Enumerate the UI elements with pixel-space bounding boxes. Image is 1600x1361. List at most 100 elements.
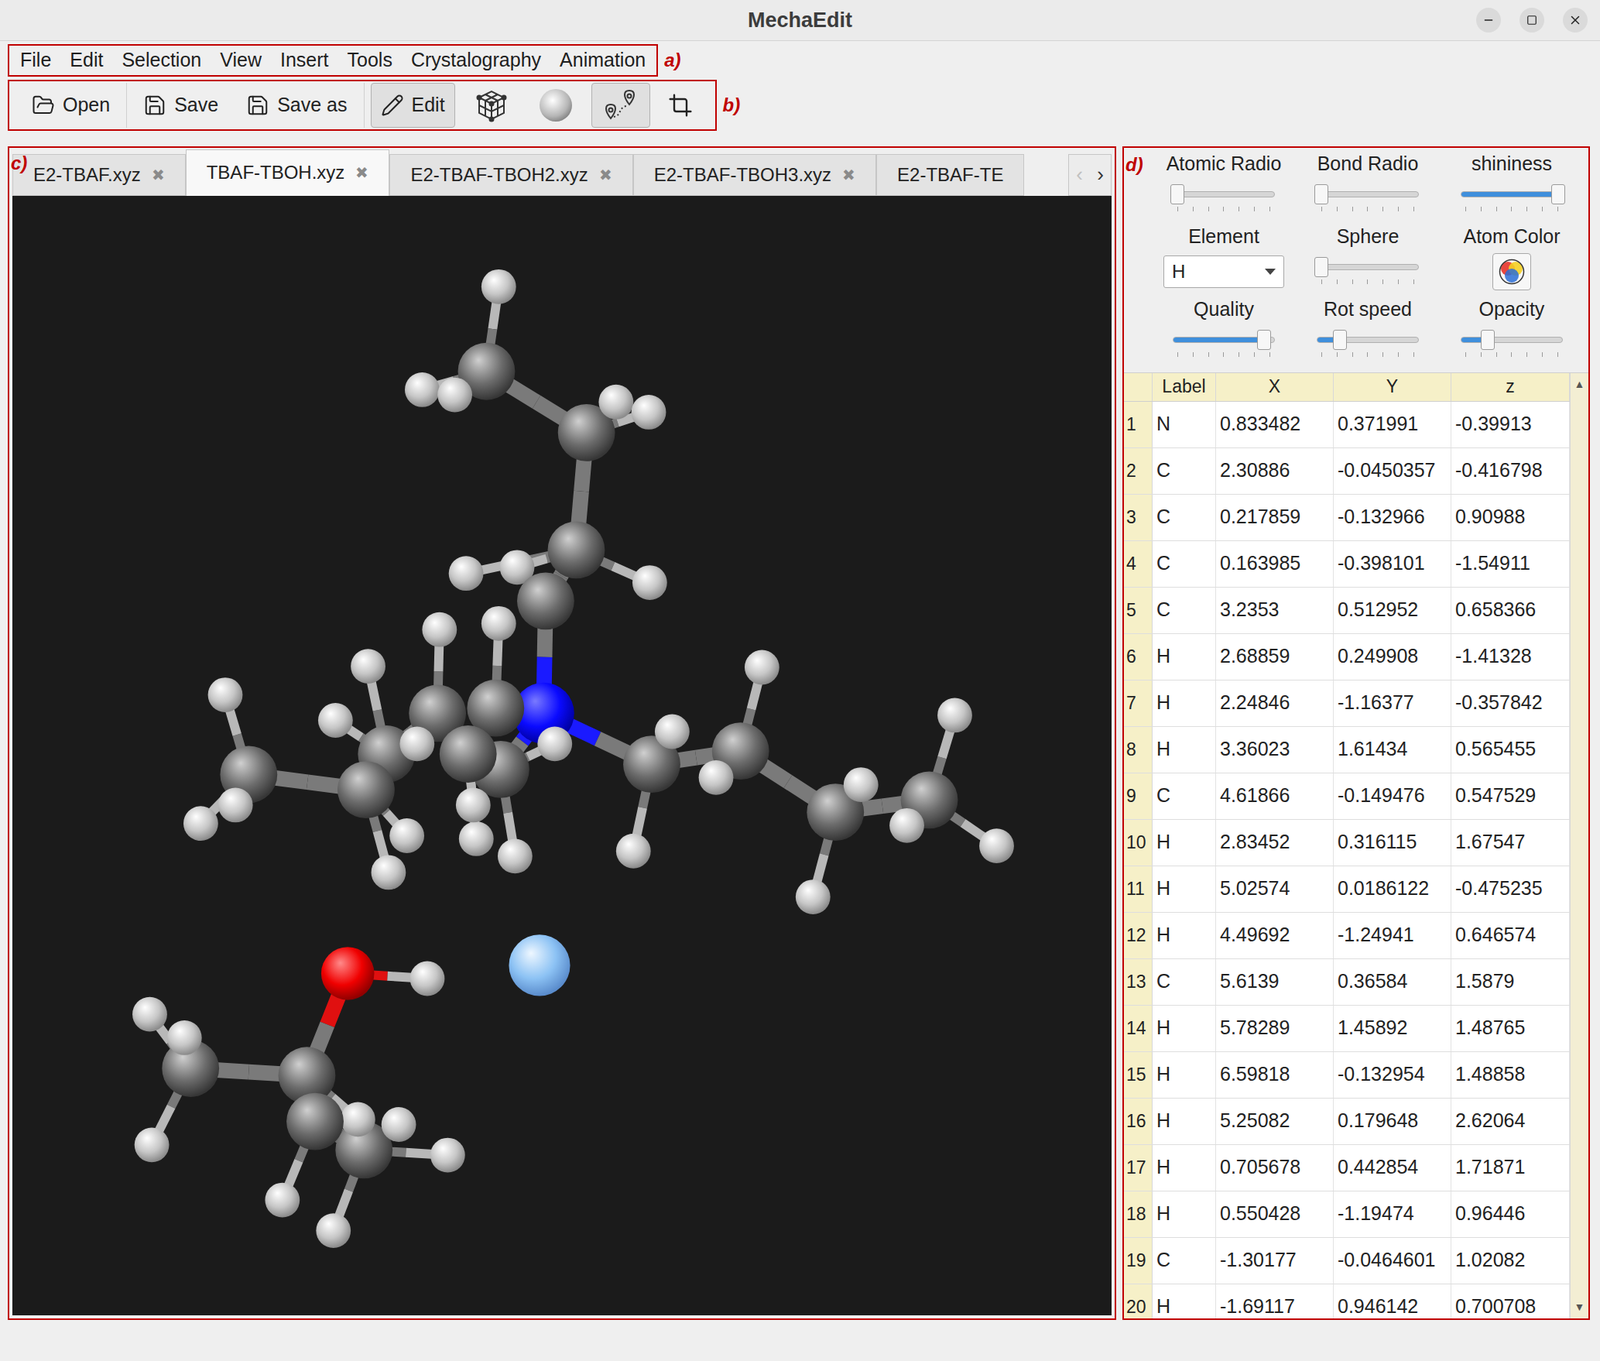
table-cell[interactable]: -0.0450357 [1333,448,1452,494]
table-cell[interactable]: 0.550428 [1216,1191,1334,1237]
table-cell[interactable]: 0.700708 [1451,1284,1570,1319]
table-cell[interactable]: H [1152,1284,1217,1319]
table-row[interactable]: 6H2.688590.249908-1.41328 [1123,633,1570,681]
atom[interactable] [497,838,533,874]
atom[interactable] [399,726,435,761]
table-cell[interactable]: -0.416798 [1451,448,1570,494]
scroll-down[interactable]: ▼ [1574,1298,1586,1316]
table-cell[interactable]: 2.68859 [1216,633,1334,680]
table-cell[interactable]: H [1152,1191,1217,1237]
atom[interactable] [134,1127,170,1162]
atom[interactable] [430,1137,466,1172]
tab-close[interactable]: ✖ [151,163,165,187]
table-cell[interactable]: 0.179648 [1333,1098,1452,1145]
table-cell[interactable]: 0.0186122 [1333,866,1452,912]
atom[interactable] [698,759,734,795]
maximize-button[interactable] [1519,7,1545,33]
toolbar-button[interactable] [591,82,651,128]
table-cell[interactable]: 6.59818 [1216,1051,1334,1098]
table-cell[interactable]: 0.658366 [1451,587,1570,634]
atom[interactable] [439,725,497,783]
table-cell[interactable]: 2.62064 [1451,1098,1570,1145]
atom[interactable] [979,828,1015,864]
atom[interactable] [455,787,491,823]
menu-item[interactable]: Animation [550,45,655,76]
atom[interactable] [167,1020,203,1056]
tab-close[interactable]: ✖ [355,161,369,185]
table-cell[interactable]: 0.646574 [1451,912,1570,959]
table-cell[interactable]: C [1152,587,1217,634]
table-row[interactable]: 11H5.025740.0186122-0.475235 [1123,866,1570,913]
table-cell[interactable]: 1.5879 [1451,959,1570,1005]
table-row[interactable]: 5C3.23530.5129520.658366 [1123,587,1570,634]
table-cell[interactable]: 3.2353 [1216,587,1334,634]
table-cell[interactable]: 1.48765 [1451,1005,1570,1052]
minimize-button[interactable] [1476,7,1501,33]
table-cell[interactable]: 0.96446 [1451,1191,1570,1237]
table-cell[interactable]: 5.02574 [1216,866,1334,912]
menu-item[interactable]: Crystalography [401,45,551,76]
table-cell[interactable]: H [1152,866,1217,912]
atom[interactable] [340,1101,376,1137]
menu-item[interactable]: View [210,45,271,76]
atom[interactable] [421,611,457,647]
atom[interactable] [654,713,690,749]
scroll-up[interactable]: ▲ [1574,376,1586,393]
table-cell[interactable]: 0.163985 [1216,541,1334,587]
table-row[interactable]: 18H0.550428-1.194740.96446 [1123,1191,1570,1238]
menu-item[interactable]: Edit [60,45,113,76]
atom[interactable] [508,934,570,996]
atom[interactable] [843,767,879,802]
atom[interactable] [598,383,634,419]
atom[interactable] [616,832,651,868]
column-header[interactable]: X [1216,373,1334,401]
table-cell[interactable]: -1.16377 [1333,680,1452,727]
table-row[interactable]: 17H0.7056780.4428541.71871 [1123,1144,1570,1192]
table-cell[interactable]: C [1152,494,1217,541]
atom[interactable] [410,960,446,996]
slider-handle[interactable] [1551,184,1566,205]
slider[interactable] [1460,186,1563,212]
table-cell[interactable]: H [1152,726,1217,773]
atom[interactable] [371,854,407,890]
table-cell[interactable]: -1.54911 [1451,541,1570,587]
table-cell[interactable]: C [1152,959,1217,1005]
table-cell[interactable]: H [1152,819,1217,866]
atom[interactable] [548,520,606,579]
atom[interactable] [286,1092,344,1150]
slider[interactable] [1316,186,1419,212]
table-row[interactable]: 3C0.217859-0.1329660.90988 [1123,494,1570,542]
slider-handle[interactable] [1170,184,1185,205]
table-cell[interactable]: 3.36023 [1216,726,1334,773]
toolbar-button[interactable] [657,82,703,128]
atom[interactable] [183,805,219,841]
table-cell[interactable]: -1.24941 [1333,912,1452,959]
element-dropdown[interactable]: H [1163,255,1285,288]
menu-item[interactable]: File [10,45,61,76]
table-row[interactable]: 4C0.163985-0.398101-1.54911 [1123,541,1570,588]
table-cell[interactable]: 0.547529 [1451,773,1570,819]
table-cell[interactable]: 0.249908 [1333,633,1452,680]
table-cell[interactable]: -0.398101 [1333,541,1452,587]
atom[interactable] [459,821,494,857]
file-tab[interactable]: E2-TBAF-TBOH3.xyz✖ [633,154,877,196]
toolbar-button[interactable] [527,82,584,128]
table-cell[interactable]: 1.02082 [1451,1237,1570,1284]
slider[interactable] [1316,259,1419,285]
table-cell[interactable]: 0.442854 [1333,1144,1452,1191]
atom[interactable] [337,760,395,819]
slider[interactable] [1172,186,1275,212]
table-row[interactable]: 16H5.250820.1796482.62064 [1123,1098,1570,1145]
column-header[interactable]: Label [1152,373,1217,401]
atom[interactable] [889,807,925,843]
table-cell[interactable]: 0.371991 [1333,401,1452,448]
table-cell[interactable]: 1.71871 [1451,1144,1570,1191]
slider-handle[interactable] [1314,184,1329,205]
3d-viewport[interactable] [12,195,1112,1316]
table-row[interactable]: 20H-1.691170.9461420.700708 [1123,1284,1570,1319]
atom[interactable] [481,268,517,304]
tab-scroll-right[interactable]: › [1096,159,1104,190]
table-cell[interactable]: H [1152,912,1217,959]
atom[interactable] [404,372,440,408]
table-cell[interactable]: -0.149476 [1333,773,1452,819]
